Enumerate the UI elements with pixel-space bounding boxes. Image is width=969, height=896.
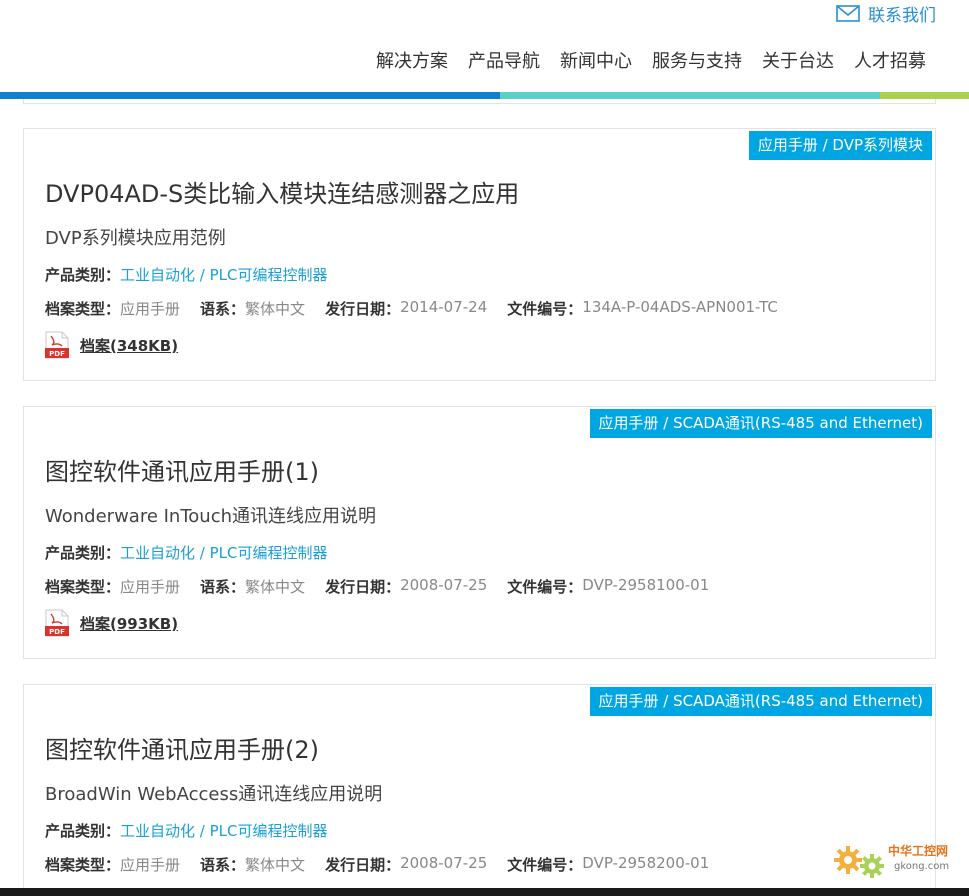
document-title[interactable]: DVP04AD-S类比输入模块连结感测器之应用: [45, 174, 519, 209]
docno-label: 文件编号：: [507, 856, 583, 874]
download-row: PDF 档案(348KB): [45, 331, 178, 359]
nav-products[interactable]: 产品导航: [468, 47, 540, 73]
color-bar-teal: [500, 92, 880, 99]
nav-support[interactable]: 服务与支持: [652, 47, 742, 73]
svg-text:PDF: PDF: [49, 628, 65, 636]
meta-row: 档案类型： 应用手册 语系： 繁体中文 发行日期： 2014-07-24 文件编…: [45, 298, 798, 319]
svg-text:中华工控网: 中华工控网: [888, 843, 948, 858]
language-label: 语系：: [200, 578, 246, 596]
svg-text:gkong.com: gkong.com: [894, 861, 949, 872]
download-link[interactable]: 档案(993KB): [80, 613, 178, 634]
nav-careers[interactable]: 人才招募: [854, 47, 926, 73]
document-subtitle: DVP系列模块应用范例: [45, 228, 226, 249]
language-value: 繁体中文: [245, 856, 306, 874]
contact-us-label: 联系我们: [868, 6, 936, 26]
date-label: 发行日期：: [325, 856, 401, 874]
date-label: 发行日期：: [325, 300, 401, 318]
docno-label: 文件编号：: [507, 578, 583, 596]
nav-about[interactable]: 关于台达: [762, 47, 834, 73]
category-link[interactable]: 工业自动化 / PLC可编程控制器: [120, 542, 327, 563]
mail-icon: [836, 5, 860, 22]
color-bar-green: [880, 92, 969, 99]
document-subtitle: BroadWin WebAccess通讯连线应用说明: [45, 784, 383, 805]
category-link[interactable]: 工业自动化 / PLC可编程控制器: [120, 820, 327, 841]
filetype-label: 档案类型：: [45, 578, 121, 596]
document-subtitle: Wonderware InTouch通讯连线应用说明: [45, 506, 376, 527]
date-value: 2008-07-25: [400, 576, 488, 594]
document-title[interactable]: 图控软件通讯应用手册(1): [45, 452, 319, 487]
category-label: 产品类别：: [45, 544, 121, 562]
nav-news[interactable]: 新闻中心: [560, 47, 632, 73]
docno-value: DVP-2958200-01: [582, 854, 710, 872]
filetype-label: 档案类型：: [45, 300, 121, 318]
document-card: 应用手册 / SCADA通讯(RS-485 and Ethernet) 图控软件…: [23, 406, 936, 659]
previous-card-edge: [23, 99, 936, 104]
bottom-dark-bar: [0, 888, 969, 896]
category-badge[interactable]: 应用手册 / DVP系列模块: [748, 131, 932, 160]
document-card: 应用手册 / SCADA通讯(RS-485 and Ethernet) 图控软件…: [23, 684, 936, 896]
docno-label: 文件编号：: [507, 300, 583, 318]
header-color-bar: [0, 92, 969, 99]
meta-row: 档案类型： 应用手册 语系： 繁体中文 发行日期： 2008-07-25 文件编…: [45, 576, 729, 597]
date-value: 2008-07-25: [400, 854, 488, 872]
date-value: 2014-07-24: [400, 298, 488, 316]
pdf-icon: PDF: [45, 609, 69, 637]
document-card: 应用手册 / DVP系列模块 DVP04AD-S类比输入模块连结感测器之应用 D…: [23, 128, 936, 381]
gkong-watermark-logo: 中华工控网 gkong.com: [834, 843, 949, 878]
document-title[interactable]: 图控软件通讯应用手册(2): [45, 730, 319, 765]
category-link[interactable]: 工业自动化 / PLC可编程控制器: [120, 264, 327, 285]
filetype-value: 应用手册: [120, 856, 181, 874]
filetype-value: 应用手册: [120, 578, 181, 596]
download-link[interactable]: 档案(348KB): [80, 335, 178, 356]
main-nav: 解决方案 产品导航 新闻中心 服务与支持 关于台达 人才招募: [356, 47, 926, 73]
date-label: 发行日期：: [325, 578, 401, 596]
docno-value: DVP-2958100-01: [582, 576, 710, 594]
category-row: 产品类别： 工业自动化 / PLC可编程控制器: [45, 542, 327, 563]
nav-solutions[interactable]: 解决方案: [376, 47, 448, 73]
category-badge[interactable]: 应用手册 / SCADA通讯(RS-485 and Ethernet): [589, 687, 932, 716]
site-header: 联系我们 解决方案 产品导航 新闻中心 服务与支持 关于台达 人才招募: [0, 0, 969, 100]
meta-row: 档案类型： 应用手册 语系： 繁体中文 发行日期： 2008-07-25 文件编…: [45, 854, 729, 875]
category-row: 产品类别： 工业自动化 / PLC可编程控制器: [45, 820, 327, 841]
category-row: 产品类别： 工业自动化 / PLC可编程控制器: [45, 264, 327, 285]
language-value: 繁体中文: [245, 578, 306, 596]
download-row: PDF 档案(993KB): [45, 609, 178, 637]
contact-us-link[interactable]: 联系我们: [836, 1, 936, 26]
language-label: 语系：: [200, 856, 246, 874]
filetype-value: 应用手册: [120, 300, 181, 318]
svg-text:PDF: PDF: [49, 350, 65, 358]
category-label: 产品类别：: [45, 822, 121, 840]
docno-value: 134A-P-04ADS-APN001-TC: [582, 298, 778, 316]
category-badge[interactable]: 应用手册 / SCADA通讯(RS-485 and Ethernet): [589, 409, 932, 438]
filetype-label: 档案类型：: [45, 856, 121, 874]
color-bar-blue: [0, 92, 500, 99]
language-value: 繁体中文: [245, 300, 306, 318]
language-label: 语系：: [200, 300, 246, 318]
category-label: 产品类别：: [45, 266, 121, 284]
pdf-icon: PDF: [45, 331, 69, 359]
